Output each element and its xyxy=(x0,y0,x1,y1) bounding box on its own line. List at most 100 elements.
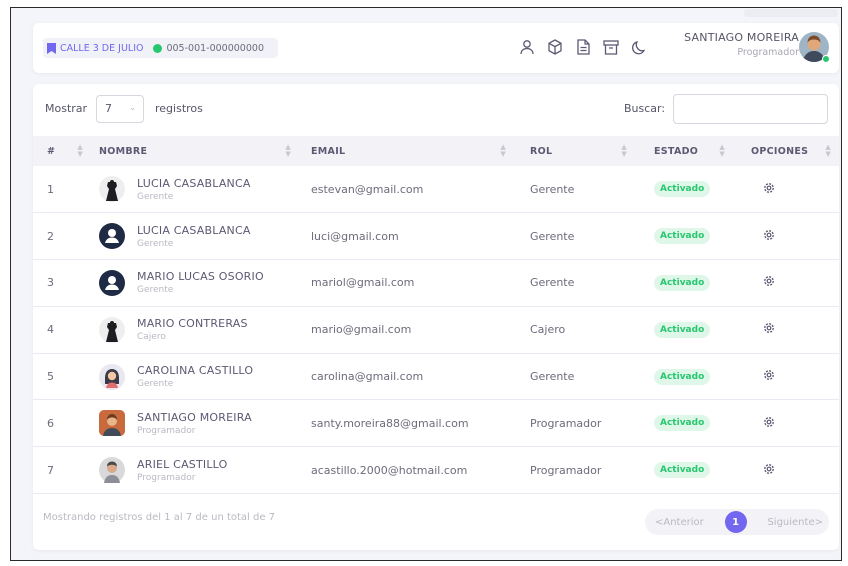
page-1-button[interactable]: 1 xyxy=(724,511,747,533)
user-email: acastillo.2000@hotmail.com xyxy=(299,446,514,495)
show-label: Mostrar xyxy=(45,102,88,115)
user-email: mariol@gmail.com xyxy=(299,259,514,307)
user-rol: Programador xyxy=(514,399,635,448)
records-summary: Mostrando registros del 1 al 7 de un tot… xyxy=(43,512,276,523)
table-row: 5 CAROLINA CASTILLO Gerente carolina@gmai… xyxy=(33,353,839,401)
table-controls: Mostrar 7 ⌄ registros Buscar: xyxy=(33,84,839,134)
status-badge: Activado xyxy=(654,228,711,245)
table-row: 4 MARIO CONTRERAS Cajero mario@gmail.com … xyxy=(33,306,839,354)
row-number: 4 xyxy=(33,306,91,354)
gear-icon[interactable] xyxy=(763,463,775,478)
user-info[interactable]: SANTIAGO MOREIRA Programador xyxy=(684,31,799,58)
column-header-opciones[interactable]: OPCIONES ▲ ▼ xyxy=(733,136,839,166)
user-subrole: Programador xyxy=(137,472,196,483)
user-rol: Gerente xyxy=(514,259,635,307)
table-row: 6 SANTIAGO MOREIRA Programador santy.more… xyxy=(33,399,839,448)
online-status-icon xyxy=(822,55,830,63)
column-header-number[interactable]: # ▲ ▼ xyxy=(33,136,91,166)
status-badge: Activado xyxy=(654,415,711,432)
user-name: LUCIA CASABLANCA xyxy=(137,223,251,237)
branch-chip[interactable]: CALLE 3 DE JULIO xyxy=(47,42,151,54)
page-size-value: 7 xyxy=(105,102,112,115)
column-header-rol[interactable]: ROL ▲ ▼ xyxy=(514,136,635,166)
avatar xyxy=(99,457,125,484)
document-icon[interactable] xyxy=(574,37,592,57)
sort-icon: ▲ ▼ xyxy=(77,143,83,158)
user-email: estevan@gmail.com xyxy=(299,166,514,214)
avatar xyxy=(99,316,125,343)
table-row: 1 LUCIA CASABLANCA Gerente estevan@gmail.… xyxy=(33,166,839,214)
box-icon[interactable] xyxy=(546,37,564,57)
column-header-estado[interactable]: ESTADO ▲ ▼ xyxy=(635,136,733,166)
row-number: 1 xyxy=(33,166,91,214)
sort-icon: ▲ ▼ xyxy=(719,143,725,158)
users-table: # ▲ ▼ NOMBRE ▲ ▼ EMAIL ▲ ▼ ROL ▲ ▼ ESTADO ▲ ▼ OPCI… xyxy=(33,136,839,495)
branch-label: CALLE 3 DE JULIO xyxy=(60,42,144,54)
status-badge: Activado xyxy=(654,321,711,338)
table-row: 7 ARIEL CASTILLO Programador acastillo.20… xyxy=(33,446,839,495)
user-rol: Cajero xyxy=(514,306,635,354)
pagination: <Anterior 1 Siguiente> xyxy=(645,509,829,535)
user-subrole: Cajero xyxy=(137,332,166,343)
status-dot-icon xyxy=(153,43,163,53)
row-number: 6 xyxy=(33,399,91,448)
user-name: MARIO LUCAS OSORIO xyxy=(137,270,264,284)
user-rol: Gerente xyxy=(514,353,635,401)
user-name: CAROLINA CASTILLO xyxy=(137,364,254,378)
row-number: 2 xyxy=(33,212,91,261)
header-chips: CALLE 3 DE JULIO 005-001-000000000 xyxy=(43,38,278,58)
user-name: LUCIA CASABLANCA xyxy=(137,176,251,190)
sort-icon: ▲ ▼ xyxy=(285,143,291,158)
user-rol: Programador xyxy=(514,446,635,495)
user-subrole: Gerente xyxy=(137,285,174,296)
top-strip xyxy=(744,9,838,17)
previous-page-button[interactable]: <Anterior xyxy=(655,517,704,528)
archive-icon[interactable] xyxy=(602,37,620,57)
avatar xyxy=(99,269,125,296)
row-number: 3 xyxy=(33,259,91,307)
moon-icon[interactable] xyxy=(630,37,648,57)
gear-icon[interactable] xyxy=(763,275,775,290)
avatar[interactable] xyxy=(799,31,830,63)
user-name: SANTIAGO MOREIRA xyxy=(137,410,252,424)
user-name: ARIEL CASTILLO xyxy=(137,457,228,471)
column-header-email[interactable]: EMAIL ▲ ▼ xyxy=(299,136,514,166)
avatar xyxy=(99,363,125,390)
user-rol: Gerente xyxy=(514,212,635,261)
user-rol: Gerente xyxy=(514,166,635,214)
user-name: SANTIAGO MOREIRA xyxy=(684,31,799,44)
user-icon[interactable] xyxy=(518,37,536,57)
search-label: Buscar: xyxy=(624,102,666,115)
table-row: 2 LUCIA CASABLANCA Gerente luci@gmail.com… xyxy=(33,212,839,261)
document-code-chip[interactable]: 005-001-000000000 xyxy=(153,43,272,54)
bookmark-icon xyxy=(47,42,56,54)
status-badge: Activado xyxy=(654,274,711,291)
gear-icon[interactable] xyxy=(763,322,775,337)
top-header: CALLE 3 DE JULIO 005-001-000000000 SANTI… xyxy=(33,23,839,73)
user-subrole: Gerente xyxy=(137,191,174,202)
gear-icon[interactable] xyxy=(763,229,775,244)
chevron-down-icon: ⌄ xyxy=(129,103,136,112)
gear-icon[interactable] xyxy=(763,369,775,384)
table-row: 3 MARIO LUCAS OSORIO Gerente mariol@gmail… xyxy=(33,259,839,307)
status-badge: Activado xyxy=(654,181,711,198)
column-header-name[interactable]: NOMBRE ▲ ▼ xyxy=(91,136,299,166)
sort-icon: ▲ ▼ xyxy=(621,143,627,158)
avatar xyxy=(99,223,125,250)
gear-icon[interactable] xyxy=(763,182,775,197)
page-size-select[interactable]: 7 ⌄ xyxy=(96,95,144,123)
header-icons xyxy=(518,37,648,57)
document-code-label: 005-001-000000000 xyxy=(166,42,264,54)
status-badge: Activado xyxy=(654,368,711,385)
search-input[interactable] xyxy=(673,94,828,124)
status-badge: Activado xyxy=(654,462,711,479)
user-name: MARIO CONTRERAS xyxy=(137,317,248,331)
sort-icon: ▲ ▼ xyxy=(825,143,831,158)
user-email: carolina@gmail.com xyxy=(299,353,514,401)
gear-icon[interactable] xyxy=(763,416,775,431)
next-page-button[interactable]: Siguiente> xyxy=(767,517,823,528)
row-number: 5 xyxy=(33,353,91,401)
avatar xyxy=(99,176,125,203)
records-label: registros xyxy=(155,102,203,115)
user-subrole: Gerente xyxy=(137,379,174,390)
